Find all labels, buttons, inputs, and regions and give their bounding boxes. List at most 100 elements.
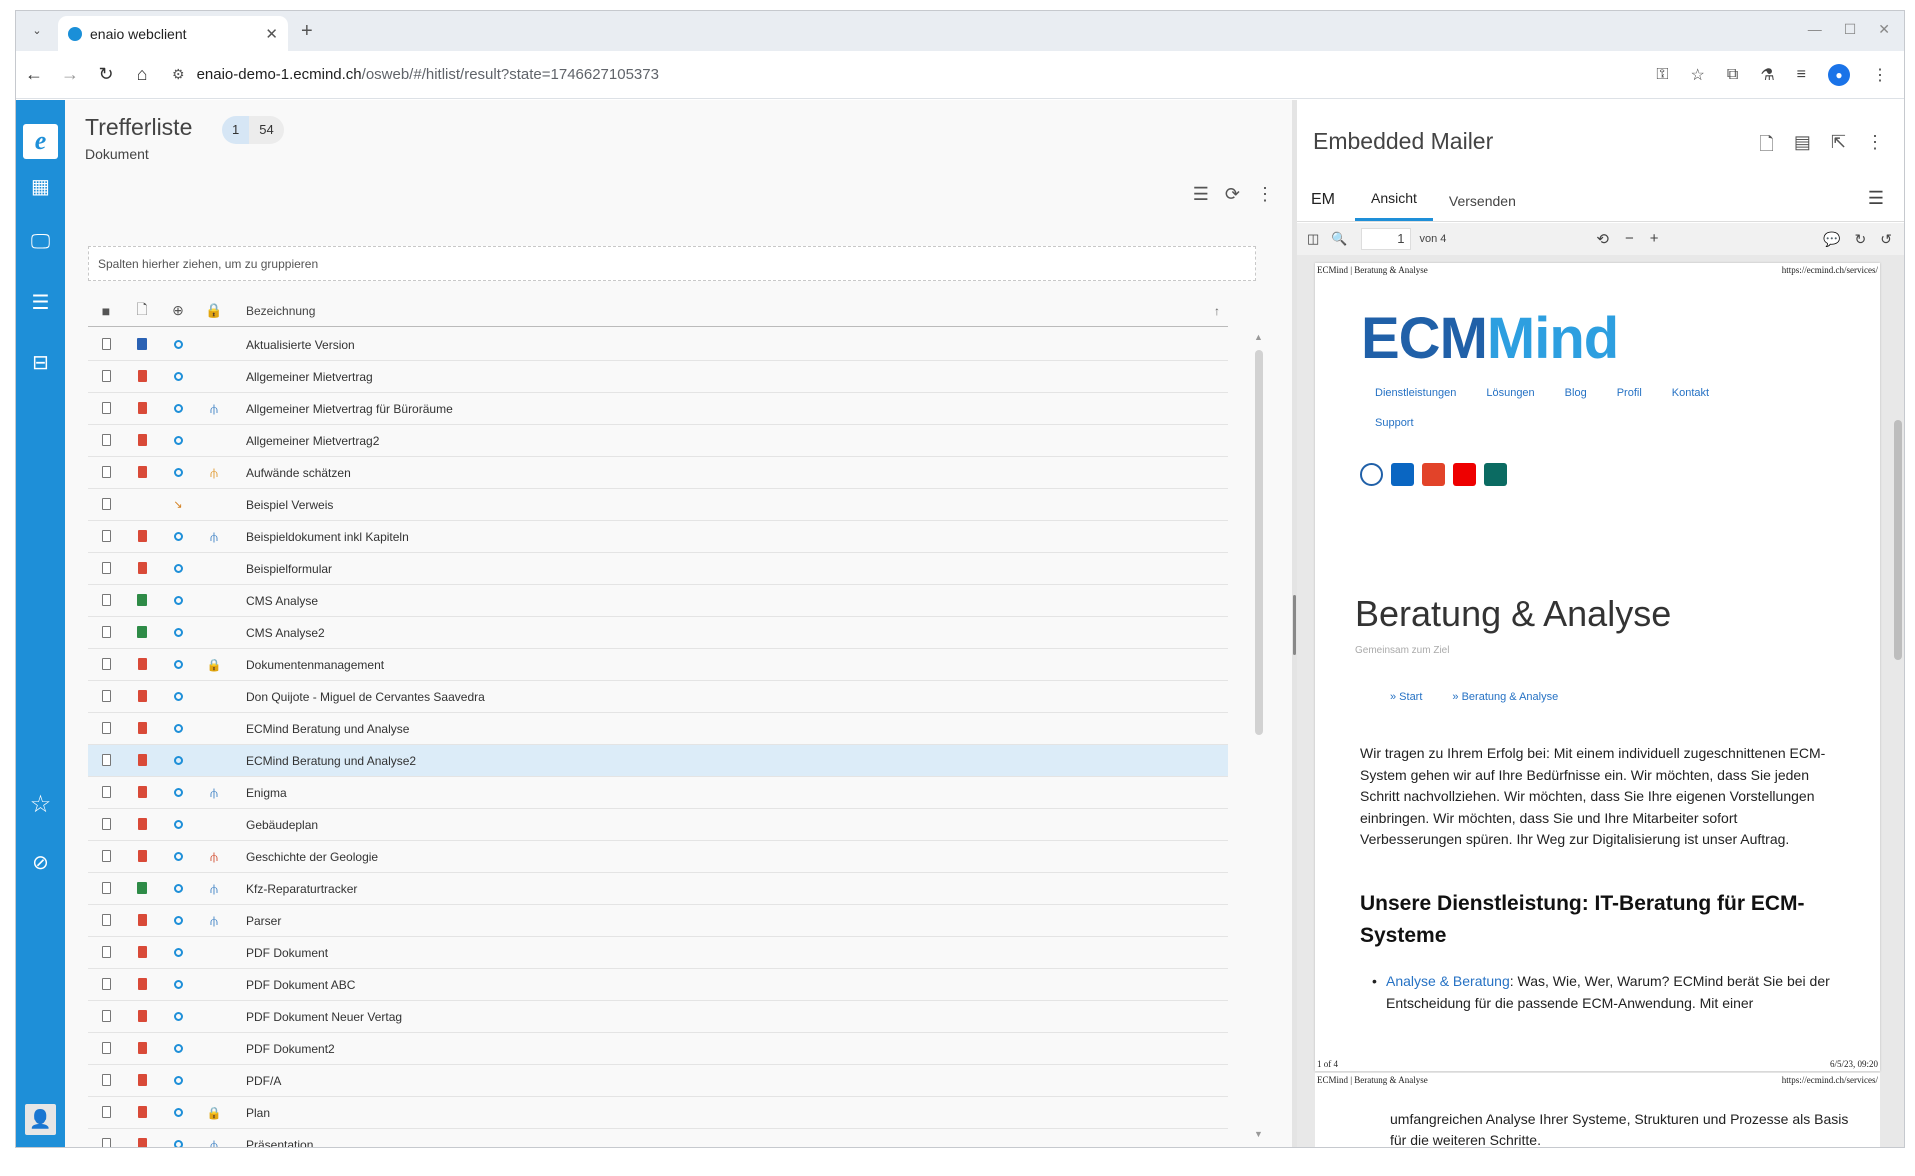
pdf-viewer[interactable]: ECMind | Beratung & Analyse https://ecmi… bbox=[1297, 255, 1904, 1147]
back-icon[interactable]: ← bbox=[16, 64, 52, 85]
table-row[interactable]: Gebäudeplan bbox=[88, 809, 1228, 841]
reload-icon[interactable]: ↻ bbox=[88, 64, 124, 85]
splitter-handle[interactable] bbox=[1293, 595, 1296, 655]
enaio-logo[interactable]: e bbox=[23, 124, 58, 159]
nav-link[interactable]: Lösungen bbox=[1486, 387, 1534, 399]
new-tab-icon[interactable]: + bbox=[301, 20, 313, 43]
group-drop-zone[interactable]: Spalten hierher ziehen, um zu gruppieren bbox=[88, 246, 1256, 281]
search-icon[interactable]: 🔍 bbox=[1331, 231, 1347, 247]
table-row[interactable]: ⫛ Parser bbox=[88, 905, 1228, 937]
hitlist-scrollbar[interactable] bbox=[1255, 350, 1263, 735]
filter-icon[interactable]: ☰ bbox=[1193, 184, 1209, 205]
bookmark-star-icon[interactable]: ☆ bbox=[1691, 65, 1705, 85]
youtube-icon[interactable] bbox=[1453, 463, 1476, 486]
table-row[interactable]: PDF Dokument ABC bbox=[88, 969, 1228, 1001]
nav-link[interactable]: Profil bbox=[1617, 387, 1642, 399]
nav-link[interactable]: Blog bbox=[1565, 387, 1587, 399]
media-queue-icon[interactable]: ≡ bbox=[1797, 66, 1806, 84]
table-row[interactable]: Don Quijote - Miguel de Cervantes Saaved… bbox=[88, 681, 1228, 713]
sidebar-toggle-icon[interactable]: ◫ bbox=[1307, 231, 1319, 247]
site-info-icon[interactable]: ⚙ bbox=[172, 66, 185, 83]
pdf-scrollbar[interactable] bbox=[1894, 420, 1902, 660]
inbox-tray-icon[interactable]: ⊟ bbox=[16, 350, 65, 375]
table-row[interactable]: PDF Dokument2 bbox=[88, 1033, 1228, 1065]
scroll-down-arrow-icon[interactable]: ▼ bbox=[1254, 1129, 1263, 1139]
table-row[interactable]: ⫛ Aufwände schätzen bbox=[88, 457, 1228, 489]
table-row[interactable]: PDF/A bbox=[88, 1065, 1228, 1097]
table-row[interactable]: Allgemeiner Mietvertrag2 bbox=[88, 425, 1228, 457]
column-lock-icon[interactable]: 🔒 bbox=[196, 302, 232, 319]
table-row[interactable]: Beispielformular bbox=[88, 553, 1228, 585]
bullet-link[interactable]: Analyse & Beratung bbox=[1386, 973, 1510, 989]
task-checkmark-icon[interactable]: ⊘ bbox=[16, 850, 65, 875]
table-row[interactable]: ⫛ Allgemeiner Mietvertrag für Büroräume bbox=[88, 393, 1228, 425]
table-row[interactable]: Allgemeiner Mietvertrag bbox=[88, 361, 1228, 393]
table-row[interactable]: 🔒 Dokumentenmanagement bbox=[88, 649, 1228, 681]
column-file-icon[interactable]: 🗋 bbox=[124, 299, 160, 323]
tab-search-chevron-icon[interactable]: ⌄ bbox=[26, 20, 48, 42]
nav-link[interactable]: Kontakt bbox=[1672, 387, 1709, 399]
document-icon[interactable]: 🗋 bbox=[1759, 132, 1773, 162]
linkedin-icon[interactable] bbox=[1391, 463, 1414, 486]
close-tab-icon[interactable]: ✕ bbox=[265, 25, 278, 43]
home-icon[interactable]: ⌂ bbox=[124, 64, 160, 85]
window-close-icon[interactable]: ✕ bbox=[1878, 21, 1890, 38]
crumb-start[interactable]: » Start bbox=[1390, 691, 1422, 703]
hamburger-menu-icon[interactable]: ☰ bbox=[1852, 188, 1904, 221]
tab-ansicht[interactable]: Ansicht bbox=[1355, 190, 1433, 221]
table-row[interactable]: PDF Dokument Neuer Vertag bbox=[88, 1001, 1228, 1033]
table-row[interactable]: ⫛ Geschichte der Geologie bbox=[88, 841, 1228, 873]
index-data-icon[interactable]: ▤ bbox=[1794, 132, 1811, 162]
rotate-icon[interactable]: ⟲ bbox=[1596, 230, 1609, 248]
page-number-input[interactable]: 1 bbox=[1361, 228, 1412, 250]
open-external-icon[interactable]: ⇱ bbox=[1831, 132, 1846, 162]
browser-menu-icon[interactable]: ⋮ bbox=[1872, 65, 1888, 85]
column-bezeichnung[interactable]: Bezeichnung bbox=[232, 304, 315, 318]
more-actions-icon[interactable]: ⋮ bbox=[1256, 184, 1274, 205]
tab-versenden[interactable]: Versenden bbox=[1433, 193, 1532, 221]
url-field[interactable]: ⚙ enaio-demo-1.ecmind.ch/osweb/#/hitlist… bbox=[172, 58, 1656, 92]
scroll-up-arrow-icon[interactable]: ▲ bbox=[1254, 332, 1263, 342]
maximize-icon[interactable]: ☐ bbox=[1844, 21, 1857, 38]
table-row[interactable]: ⫛ Präsentation bbox=[88, 1129, 1228, 1147]
table-row[interactable]: ECMind Beratung und Analyse2 bbox=[88, 745, 1228, 777]
favorites-star-icon[interactable]: ☆ bbox=[16, 790, 65, 819]
column-type-icon[interactable]: ■ bbox=[88, 303, 124, 319]
table-row[interactable]: 🔒 Plan bbox=[88, 1097, 1228, 1129]
user-avatar[interactable]: 👤 bbox=[25, 1104, 56, 1135]
table-row[interactable]: ↘ Beispiel Verweis bbox=[88, 489, 1228, 521]
hitlist-grid-icon[interactable]: ▦ bbox=[16, 174, 65, 199]
table-row[interactable]: ⫛ Enigma bbox=[88, 777, 1228, 809]
browser-tab[interactable]: enaio webclient ✕ bbox=[58, 16, 288, 51]
table-row[interactable]: CMS Analyse bbox=[88, 585, 1228, 617]
crumb-current[interactable]: » Beratung & Analyse bbox=[1452, 691, 1558, 703]
tab-em[interactable]: EM bbox=[1297, 191, 1355, 221]
table-row[interactable]: ECMind Beratung und Analyse bbox=[88, 713, 1228, 745]
extensions-icon[interactable]: ⧉ bbox=[1727, 66, 1738, 84]
zoom-out-icon[interactable]: − bbox=[1625, 230, 1634, 248]
labs-flask-icon[interactable]: ⚗ bbox=[1760, 65, 1774, 85]
table-row[interactable]: PDF Dokument bbox=[88, 937, 1228, 969]
nav-link[interactable]: Dienstleistungen bbox=[1375, 387, 1456, 399]
forward-icon[interactable]: → bbox=[52, 64, 88, 85]
refresh-icon[interactable]: ⟳ bbox=[1225, 184, 1240, 205]
nav-link-support[interactable]: Support bbox=[1375, 417, 1414, 429]
comments-icon[interactable]: 💬 bbox=[1823, 231, 1840, 248]
column-add-icon[interactable]: ⊕ bbox=[160, 302, 196, 319]
table-row[interactable]: ⫛ Beispieldokument inkl Kapiteln bbox=[88, 521, 1228, 553]
mastodon-icon[interactable] bbox=[1360, 463, 1383, 486]
xing-icon[interactable] bbox=[1484, 463, 1507, 486]
rotate-clockwise-icon[interactable]: ↻ bbox=[1855, 231, 1867, 248]
sort-ascending-icon[interactable]: ↑ bbox=[1214, 304, 1220, 318]
key-icon[interactable]: ⚿ bbox=[1656, 66, 1668, 84]
zoom-in-icon[interactable]: + bbox=[1650, 230, 1659, 248]
table-row[interactable]: CMS Analyse2 bbox=[88, 617, 1228, 649]
gitlab-icon[interactable] bbox=[1422, 463, 1445, 486]
table-row[interactable]: Aktualisierte Version bbox=[88, 329, 1228, 361]
profile-avatar-icon[interactable]: ● bbox=[1828, 63, 1850, 86]
reset-icon[interactable]: ↺ bbox=[1880, 231, 1892, 248]
table-row[interactable]: ⫛ Kfz-Reparaturtracker bbox=[88, 873, 1228, 905]
dashboard-screen-icon[interactable]: 🖵 bbox=[16, 231, 65, 254]
preview-more-icon[interactable]: ⋮ bbox=[1866, 132, 1884, 162]
stack-list-icon[interactable]: ☰ bbox=[16, 290, 65, 315]
